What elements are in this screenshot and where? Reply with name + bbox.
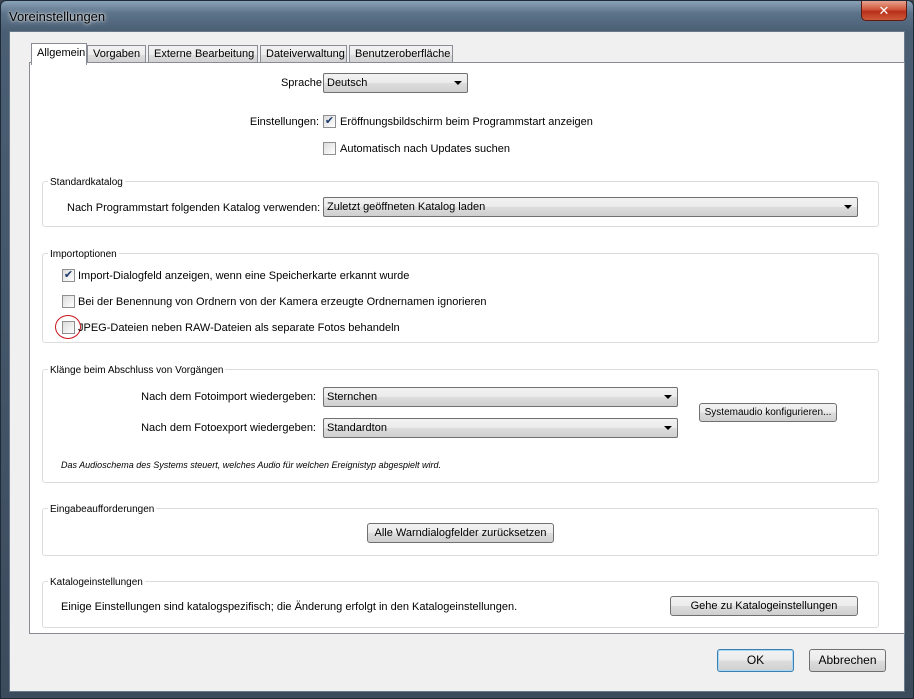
tab-panel-allgemein: Sprache: Deutsch Einstellungen: ✔ Eröffn… xyxy=(29,62,905,634)
export-sound-value: Standardton xyxy=(327,422,387,434)
ignore-camera-folders-checkbox[interactable] xyxy=(62,295,75,308)
import-sound-label: Nach dem Fotoimport wiedergeben: xyxy=(141,391,316,403)
ok-button[interactable]: OK xyxy=(717,649,794,672)
standard-catalog-title: Standardkatalog xyxy=(48,177,125,188)
close-icon: ✕ xyxy=(878,3,890,18)
check-updates-label: Automatisch nach Updates suchen xyxy=(340,143,510,155)
language-label: Sprache: xyxy=(280,77,325,89)
prompts-title: Eingabeaufforderungen xyxy=(48,504,157,515)
standard-catalog-value: Zuletzt geöffneten Katalog laden xyxy=(327,201,486,213)
import-options-title: Importoptionen xyxy=(48,249,119,260)
window-title: Voreinstellungen xyxy=(9,9,106,24)
ignore-camera-folders-label: Bei der Benennung von Ordnern von der Ka… xyxy=(78,296,487,308)
preferences-window: Voreinstellungen ✕ Vorgaben Externe Bear… xyxy=(0,0,914,699)
close-button[interactable]: ✕ xyxy=(861,1,907,21)
jpeg-separate-label: JPEG-Dateien neben RAW-Dateien als separ… xyxy=(78,322,400,334)
go-to-catalog-settings-button[interactable]: Gehe zu Katalogeinstellungen xyxy=(670,596,858,616)
standard-catalog-select[interactable]: Zuletzt geöffneten Katalog laden xyxy=(323,197,858,217)
show-splash-label: Eröffnungsbildschirm beim Programmstart … xyxy=(340,116,593,128)
check-updates-checkbox[interactable] xyxy=(323,142,336,155)
settings-label: Einstellungen: xyxy=(249,116,319,128)
import-sound-value: Sternchen xyxy=(327,391,378,403)
show-splash-checkbox[interactable]: ✔ xyxy=(323,115,336,128)
standard-catalog-label: Nach Programmstart folgenden Katalog ver… xyxy=(67,202,321,214)
configure-system-audio-button[interactable]: Systemaudio konfigurieren... xyxy=(699,403,837,422)
language-select[interactable]: Deutsch xyxy=(323,73,468,93)
chevron-down-icon xyxy=(454,81,462,85)
export-sound-label: Nach dem Fotoexport wiedergeben: xyxy=(141,422,316,434)
sounds-title: Klänge beim Abschluss von Vorgängen xyxy=(48,365,226,376)
chevron-down-icon xyxy=(664,395,672,399)
import-dialog-checkbox[interactable]: ✔ xyxy=(62,269,75,282)
reset-warnings-button[interactable]: Alle Warndialogfelder zurücksetzen xyxy=(367,523,554,543)
export-sound-select[interactable]: Standardton xyxy=(323,418,678,438)
catalog-settings-title: Katalogeinstellungen xyxy=(48,577,145,588)
dialog-body: Vorgaben Externe Bearbeitung Dateiverwal… xyxy=(9,31,905,692)
import-dialog-label: Import-Dialogfeld anzeigen, wenn eine Sp… xyxy=(78,270,410,282)
chevron-down-icon xyxy=(664,426,672,430)
catalog-settings-text: Einige Einstellungen sind katalogspezifi… xyxy=(61,601,518,613)
language-value: Deutsch xyxy=(327,77,368,89)
title-bar[interactable]: Voreinstellungen ✕ xyxy=(1,1,913,31)
import-sound-select[interactable]: Sternchen xyxy=(323,387,678,407)
chevron-down-icon xyxy=(844,205,852,209)
cancel-button[interactable]: Abbrechen xyxy=(809,649,886,672)
tab-allgemein[interactable]: Allgemein xyxy=(31,43,87,65)
audio-note: Das Audioschema des Systems steuert, wel… xyxy=(61,460,442,470)
